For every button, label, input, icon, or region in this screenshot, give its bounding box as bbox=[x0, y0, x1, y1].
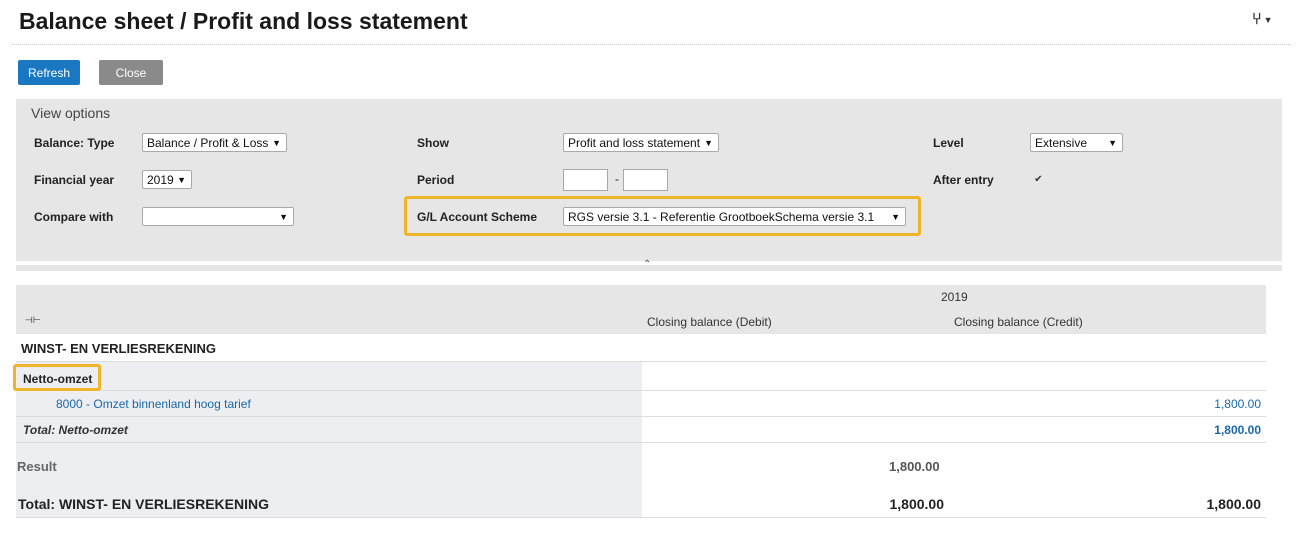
pin-icon[interactable]: ⊣⊢ bbox=[25, 315, 41, 326]
table-header: 2019 Closing balance (Debit) Closing bal… bbox=[16, 285, 1266, 334]
debit-header: Closing balance (Debit) bbox=[647, 315, 772, 329]
table-row: Total: WINST- EN VERLIESREKENING 1,800.0… bbox=[16, 487, 1266, 518]
show-label: Show bbox=[417, 136, 449, 150]
balance-type-select[interactable]: Balance / Profit & Loss ▼ bbox=[142, 133, 287, 152]
chevron-up-icon[interactable]: ⌃ bbox=[643, 259, 651, 270]
period-from-input[interactable] bbox=[563, 169, 608, 191]
table-row: WINST- EN VERLIESREKENING bbox=[16, 334, 1266, 362]
balance-type-label: Balance: Type bbox=[34, 136, 115, 150]
result-debit: 1,800.00 bbox=[889, 459, 940, 474]
refresh-button[interactable]: Refresh bbox=[18, 60, 80, 85]
view-options-panel: View options Balance: Type Balance / Pro… bbox=[16, 99, 1282, 261]
table-row: 8000 - Omzet binnenland hoog tarief 1,80… bbox=[16, 391, 1266, 417]
account-credit[interactable]: 1,800.00 bbox=[1214, 397, 1261, 411]
tools-icon[interactable]: ⑂ ▼ bbox=[1252, 11, 1273, 29]
level-select[interactable]: Extensive ▼ bbox=[1030, 133, 1123, 152]
table-row: Total: Netto-omzet 1,800.00 bbox=[16, 417, 1266, 443]
credit-header: Closing balance (Credit) bbox=[954, 315, 1083, 329]
show-select[interactable]: Profit and loss statement ▼ bbox=[563, 133, 719, 152]
result-label: Result bbox=[17, 459, 57, 474]
section-total-credit: 1,800.00 bbox=[1206, 496, 1262, 512]
period-separator: - bbox=[615, 172, 619, 186]
show-value: Profit and loss statement bbox=[568, 136, 701, 150]
financial-year-label: Financial year bbox=[34, 173, 115, 187]
balance-type-value: Balance / Profit & Loss bbox=[147, 136, 269, 150]
group-total-credit: 1,800.00 bbox=[1214, 423, 1261, 437]
table-row: Result 1,800.00 bbox=[16, 443, 1266, 487]
compare-with-label: Compare with bbox=[34, 210, 114, 224]
year-header: 2019 bbox=[941, 290, 968, 304]
section-title: WINST- EN VERLIESREKENING bbox=[21, 341, 217, 356]
chevron-down-icon: ▼ bbox=[1263, 14, 1273, 25]
period-label: Period bbox=[417, 173, 455, 187]
view-options-title: View options bbox=[31, 105, 111, 121]
close-button[interactable]: Close bbox=[99, 60, 163, 85]
title-divider bbox=[12, 44, 1291, 45]
chevron-down-icon: ▼ bbox=[1108, 138, 1117, 148]
account-link[interactable]: 8000 - Omzet binnenland hoog tarief bbox=[56, 397, 251, 411]
group-total-label: Total: Netto-omzet bbox=[23, 423, 128, 437]
section-total-debit: 1,800.00 bbox=[889, 496, 945, 512]
table-row: Netto-omzet bbox=[16, 362, 1266, 391]
after-entry-checkbox[interactable]: ✔ bbox=[1033, 174, 1044, 185]
level-label: Level bbox=[933, 136, 964, 150]
level-value: Extensive bbox=[1035, 136, 1088, 150]
gl-scheme-highlight bbox=[404, 196, 921, 236]
chevron-down-icon: ▼ bbox=[272, 138, 281, 148]
chevron-down-icon: ▼ bbox=[704, 138, 713, 148]
financial-year-select[interactable]: 2019 ▼ bbox=[142, 170, 192, 189]
period-to-input[interactable] bbox=[623, 169, 668, 191]
section-total-label: Total: WINST- EN VERLIESREKENING bbox=[18, 496, 269, 512]
financial-year-value: 2019 bbox=[147, 173, 174, 187]
compare-with-select[interactable]: ▼ bbox=[142, 207, 294, 226]
after-entry-label: After entry bbox=[933, 173, 994, 187]
chevron-down-icon: ▼ bbox=[177, 175, 186, 185]
row-label-cell bbox=[16, 443, 642, 487]
chevron-down-icon: ▼ bbox=[279, 212, 288, 222]
group-highlight bbox=[13, 364, 101, 391]
page-title: Balance sheet / Profit and loss statemen… bbox=[19, 8, 468, 34]
row-label-cell bbox=[16, 362, 642, 390]
